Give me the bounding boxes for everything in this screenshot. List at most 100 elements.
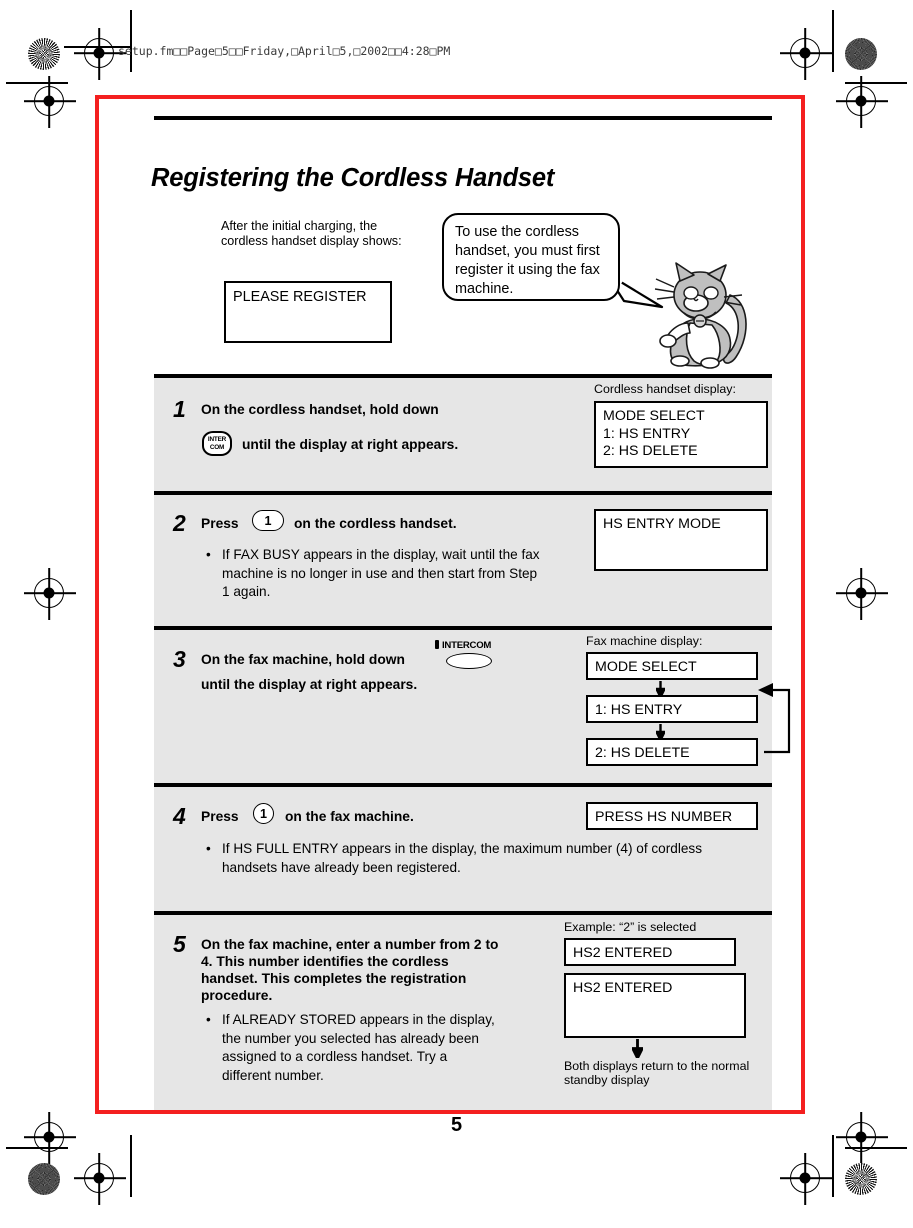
starburst-mark-bottom-left	[28, 1163, 60, 1195]
registration-dot	[93, 1172, 105, 1184]
step-3-side-label: Fax machine display:	[586, 634, 703, 648]
step-2-rule	[154, 491, 772, 495]
registration-mark-bottom-left	[84, 1163, 114, 1193]
step-1-line2: until the display at right appears.	[242, 437, 459, 452]
registration-mark-top-left	[84, 38, 114, 68]
title-rule	[154, 116, 772, 120]
registration-mark-left-upper	[34, 86, 64, 116]
trim-line-top-right-vertical	[832, 10, 834, 72]
step-5-bullet-text: If ALREADY STORED appears in the display…	[222, 1012, 495, 1083]
step-1-display-line-1: MODE SELECT	[603, 408, 705, 424]
step-2-text-after-key: on the cordless handset.	[294, 516, 457, 531]
step-3-band: 3 On the fax machine, hold down INTERCOM…	[154, 626, 791, 783]
step-5-side-label: Example: “2” is selected	[564, 920, 697, 934]
step-1-side-label: Cordless handset display:	[594, 382, 736, 396]
page-number: 5	[0, 1114, 913, 1137]
step-3-flow-box-3: 2: HS DELETE	[586, 738, 758, 766]
step-4-band: 4 Press 1 on the fax machine. • If HS FU…	[154, 783, 772, 911]
step-3-line2: until the display at right appears.	[201, 677, 418, 692]
intercom-key-label-top: INTER	[207, 436, 227, 443]
step-3-flow-box-2: 1: HS ENTRY	[586, 695, 758, 723]
step-1-number: 1	[173, 396, 186, 422]
step-1-display-line-2: 1: HS ENTRY	[603, 425, 691, 442]
step-1-display: MODE SELECT 1: HS ENTRY 2: HS DELETE	[594, 401, 768, 468]
registration-mark-left-middle	[34, 578, 64, 608]
step-5-number: 5	[173, 931, 186, 957]
trim-line-top-left-vertical	[130, 10, 132, 72]
handset-key-1-label: 1	[264, 513, 272, 528]
step-1-band: 1 On the cordless handset, hold down INT…	[154, 374, 772, 491]
step-4-number: 4	[173, 803, 186, 829]
registration-dot	[855, 95, 867, 107]
trim-line-left-lower-horizontal	[6, 1147, 68, 1149]
print-header-filename: setup.fm□□Page□5□□Friday,□April□5,□2002□…	[118, 44, 451, 58]
step-3-line1: On the fax machine, hold down	[201, 652, 405, 667]
step-2-bullet: • If FAX BUSY appears in the display, wa…	[206, 546, 542, 602]
step-2-display: HS ENTRY MODE	[594, 509, 768, 571]
registration-mark-right-upper	[846, 86, 876, 116]
page-frame: Registering the Cordless Handset After t…	[95, 95, 805, 1114]
trim-line-bottom-right-vertical	[832, 1135, 834, 1197]
step-2-display-line-1: HS ENTRY MODE	[603, 516, 721, 532]
page-title: Registering the Cordless Handset	[151, 164, 555, 193]
fax-intercom-oval[interactable]	[446, 653, 492, 669]
loop-back-arrow-icon	[758, 683, 791, 754]
registration-mark-top-right	[790, 38, 820, 68]
step-4-text-before-key: Press	[201, 809, 239, 824]
registration-mark-bottom-right	[790, 1163, 820, 1193]
handset-display-please-register: PLEASE REGISTER	[224, 281, 392, 343]
step-5-display-large: HS2 ENTERED	[564, 973, 746, 1038]
intercom-key-label-bottom: COM	[209, 443, 225, 451]
bullet-dot: •	[206, 547, 211, 562]
step-2-number: 2	[173, 510, 186, 536]
fax-intercom-button-icon[interactable]: INTERCOM	[435, 640, 499, 672]
registration-mark-right-middle	[846, 578, 876, 608]
speech-bubble: To use the cordless handset, you must fi…	[442, 213, 620, 301]
registration-dot	[43, 587, 55, 599]
registration-dot	[855, 587, 867, 599]
down-arrow-icon	[632, 1039, 643, 1058]
starburst-mark-top-right	[845, 38, 877, 70]
step-4-bullet: • If HS FULL ENTRY appears in the displa…	[206, 840, 742, 877]
step-1-rule	[154, 374, 772, 378]
starburst-mark-top-left	[28, 38, 60, 70]
registration-dot	[799, 47, 811, 59]
page-number-value: 5	[450, 1114, 463, 1136]
trim-line-right-upper-horizontal	[845, 82, 907, 84]
step-5-band: 5 On the fax machine, enter a number fro…	[154, 911, 772, 1110]
step-3-flow-box-1: MODE SELECT	[586, 652, 758, 680]
step-5-text: On the fax machine, enter a number from …	[201, 937, 499, 1003]
intro-note: After the initial charging, the cordless…	[221, 219, 402, 248]
registration-dot	[43, 95, 55, 107]
step-5-display-small: HS2 ENTERED	[564, 938, 736, 966]
step-3-rule	[154, 626, 772, 630]
trim-line-right-lower-horizontal	[845, 1147, 907, 1149]
step-1-line1: On the cordless handset, hold down	[201, 402, 439, 417]
step-5-footnote: Both displays return to the normal stand…	[564, 1059, 750, 1087]
step-2-bullet-text: If FAX BUSY appears in the display, wait…	[222, 547, 540, 599]
step-4-display: PRESS HS NUMBER	[586, 802, 758, 830]
fax-key-1-label: 1	[259, 806, 267, 821]
step-5-rule	[154, 911, 772, 915]
step-1-display-line-3: 2: HS DELETE	[603, 443, 698, 459]
registration-dot	[93, 47, 105, 59]
step-4-text-after-key: on the fax machine.	[285, 809, 414, 824]
bullet-dot: •	[206, 841, 211, 856]
header-rule	[64, 46, 130, 48]
starburst-mark-bottom-right	[845, 1163, 877, 1195]
step-3-number: 3	[173, 646, 186, 672]
registration-dot	[799, 1172, 811, 1184]
step-4-rule	[154, 783, 772, 787]
step-2-text-before-key: Press	[201, 516, 239, 531]
handset-key-1-icon[interactable]: 1	[252, 510, 284, 531]
trim-line-bottom-left-vertical	[130, 1135, 132, 1197]
step-2-band: 2 Press 1 on the cordless handset. • If …	[154, 491, 772, 626]
bullet-dot: •	[206, 1012, 211, 1027]
step-4-bullet-text: If HS FULL ENTRY appears in the display,…	[222, 841, 703, 875]
intercom-key-icon[interactable]: INTER COM	[202, 431, 232, 456]
intercom-led-icon	[435, 640, 439, 649]
trim-line-left-upper-horizontal	[6, 82, 68, 84]
fax-key-1-icon[interactable]: 1	[253, 803, 274, 824]
step-5-bullet: • If ALREADY STORED appears in the displ…	[206, 1011, 497, 1085]
fax-intercom-label: INTERCOM	[442, 640, 492, 651]
